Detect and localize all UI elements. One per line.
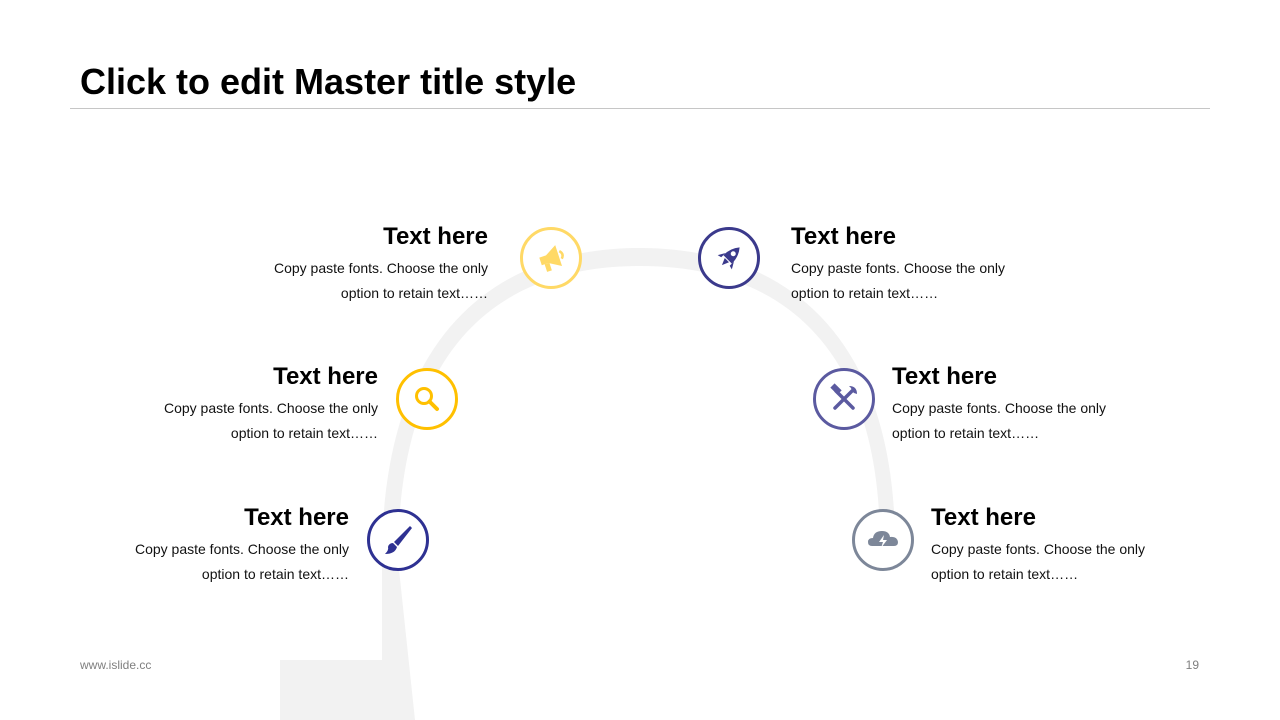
item-description-line: option to retain text…… [892,425,1040,441]
diagram-item-2: Text here Copy paste fonts. Choose the o… [58,362,378,446]
item-description: Copy paste fonts. Choose the only option… [58,396,378,446]
item-title: Text here [791,223,896,250]
item-title: Text here [383,223,488,250]
diagram-item-5: Text here Copy paste fonts. Choose the o… [892,362,1212,446]
diagram-item-6: Text here Copy paste fonts. Choose the o… [931,503,1251,587]
item-description-line: option to retain text…… [201,566,349,582]
item-description-line: Copy paste fonts. Choose the only [273,260,488,276]
item-description-line: Copy paste fonts. Choose the only [134,541,349,557]
item-title: Text here [892,363,997,390]
item-description: Copy paste fonts. Choose the only option… [791,256,1111,306]
item-description-line: option to retain text…… [230,425,378,441]
diagram-item-4: Text here Copy paste fonts. Choose the o… [791,222,1111,306]
item-description: Copy paste fonts. Choose the only option… [931,537,1251,587]
item-description-line: option to retain text…… [340,285,488,301]
node-cloud [852,509,914,571]
item-description: Copy paste fonts. Choose the only option… [29,537,349,587]
footer-url: www.islide.cc [80,658,152,672]
item-description: Copy paste fonts. Choose the only option… [892,396,1212,446]
diagram-item-3: Text here Copy paste fonts. Choose the o… [29,503,349,587]
rocket-icon [717,247,740,270]
brush-icon [385,526,412,554]
item-title: Text here [244,504,349,531]
node-rocket [698,227,760,289]
tools-icon [830,383,857,410]
item-description: Copy paste fonts. Choose the only option… [168,256,488,306]
item-description-line: Copy paste fonts. Choose the only [892,400,1107,416]
item-description-line: Copy paste fonts. Choose the only [163,400,378,416]
item-description-line: option to retain text…… [791,285,939,301]
item-description-line: Copy paste fonts. Choose the only [791,260,1006,276]
node-tools [813,368,875,430]
cloud-icon [868,531,898,548]
arc-shape [280,248,895,720]
megaphone-icon [539,245,564,272]
node-brush [367,509,429,571]
page-number: 19 [1185,658,1199,672]
item-title: Text here [273,363,378,390]
node-search [396,368,458,430]
diagram-item-1: Text here Copy paste fonts. Choose the o… [168,222,488,306]
search-icon [415,387,439,411]
item-description-line: option to retain text…… [931,566,1079,582]
item-description-line: Copy paste fonts. Choose the only [931,541,1146,557]
item-title: Text here [931,504,1036,531]
node-megaphone [520,227,582,289]
arc-path-graphic [280,248,895,720]
